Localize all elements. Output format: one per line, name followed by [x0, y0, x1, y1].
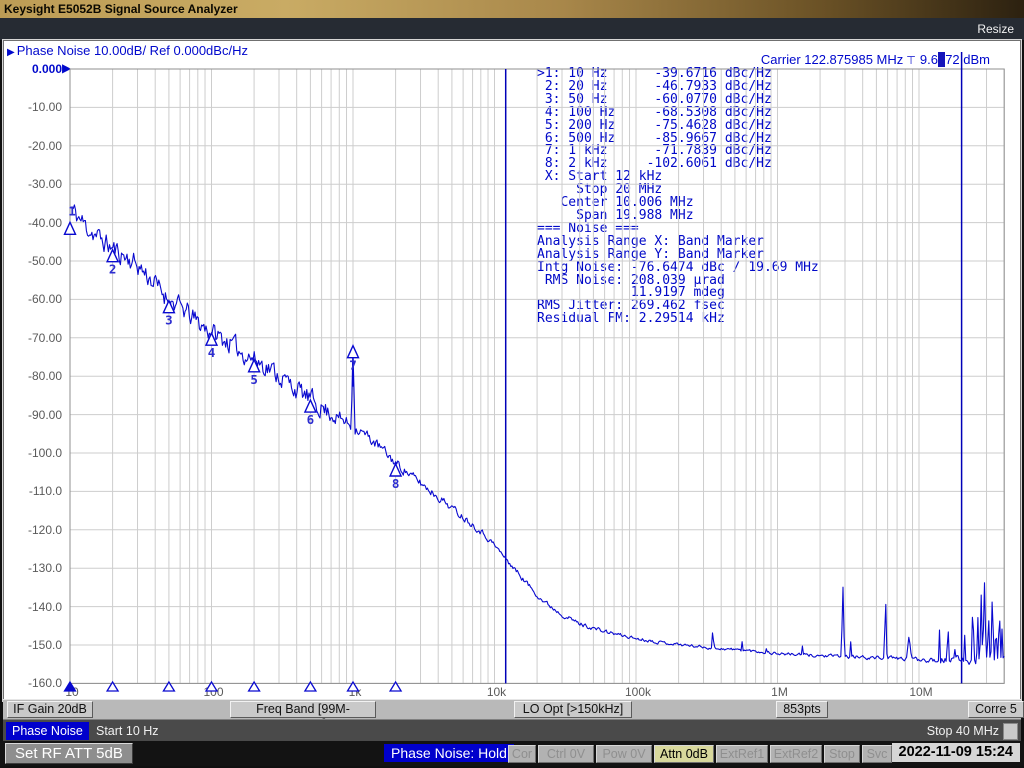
tab-phase-noise[interactable]: Phase Noise	[6, 722, 89, 740]
x-axis-label: 1k	[349, 685, 362, 699]
set-rf-att-button[interactable]: Set RF ATT 5dB	[5, 743, 133, 764]
y-axis-label: -20.00	[0, 139, 62, 153]
softkey-points[interactable]: 853pts	[776, 701, 828, 718]
indicator-extref2: ExtRef2	[770, 745, 822, 763]
indicator-pow: Pow 0V	[596, 745, 652, 763]
y-axis-label: 0.000	[0, 62, 62, 76]
sweep-start-label: Start 10 Hz	[96, 724, 159, 738]
y-axis-label: -60.00	[0, 292, 62, 306]
carrier-power-prefix: 9.6	[920, 52, 938, 67]
carrier-power: 9.6972 dBm	[920, 52, 990, 67]
window-title: Keysight E5052B Signal Source Analyzer	[4, 2, 238, 16]
y-axis-label: -150.0	[0, 638, 62, 652]
carrier-power-suffix: 72 dBm	[945, 52, 990, 67]
y-axis-label: -70.00	[0, 331, 62, 345]
softkey-bar: IF Gain 20dB Freq Band [99M-1.5GHz] LO O…	[3, 699, 1021, 720]
x-axis-label: 100k	[625, 685, 651, 699]
softkey-lo-opt[interactable]: LO Opt [>150kHz]	[514, 701, 632, 718]
y-axis-label: -30.00	[0, 177, 62, 191]
y-axis-label: -90.00	[0, 408, 62, 422]
y-axis-label: -40.00	[0, 216, 62, 230]
y-axis-label: -10.00	[0, 100, 62, 114]
resize-button[interactable]: Resize	[977, 22, 1014, 36]
indicator-ctrl: Ctrl 0V	[538, 745, 594, 763]
x-axis-label: 10M	[909, 685, 932, 699]
y-axis-label: -110.0	[0, 484, 62, 498]
x-axis-label: 10	[65, 685, 78, 699]
y-axis-label: -120.0	[0, 523, 62, 537]
measurement-tab-bar: Phase Noise Start 10 Hz Stop 40 MHz	[3, 719, 1021, 742]
status-bar: Set RF ATT 5dB Phase Noise: Hold Cor Ctr…	[0, 741, 1024, 766]
y-axis-label: -130.0	[0, 561, 62, 575]
phase-noise-hold-status[interactable]: Phase Noise: Hold	[384, 744, 514, 762]
ref-level-arrow-icon: ▶	[62, 61, 71, 75]
indicator-cor: Cor	[508, 745, 536, 763]
carrier-marker-icon: ⊤	[906, 55, 916, 67]
softkey-freq-band[interactable]: Freq Band [99M-1.5GHz]	[230, 701, 376, 718]
indicator-extref1: ExtRef1	[716, 745, 768, 763]
datetime-display: 2022-11-09 15:24	[892, 743, 1021, 762]
indicator-stop: Stop	[824, 745, 860, 763]
trace-arrow-icon: ▶	[7, 47, 15, 58]
softkey-if-gain[interactable]: IF Gain 20dB	[7, 701, 93, 718]
y-axis-label: -100.0	[0, 446, 62, 460]
trace-header: ▶Phase Noise 10.00dB/ Ref 0.000dBc/Hz	[7, 43, 248, 58]
y-axis-label: -80.00	[0, 369, 62, 383]
x-axis-label: 1M	[771, 685, 788, 699]
sweep-stop-label: Stop 40 MHz	[927, 724, 999, 738]
carrier-frequency: Carrier 122.875985 MHz	[761, 52, 903, 67]
title-bar: Keysight E5052B Signal Source Analyzer	[0, 0, 1024, 18]
marker-noise-readout: >1: 10 Hz -39.6716 dBc/Hz 2: 20 Hz -46.7…	[537, 68, 819, 326]
window-strip: Resize	[0, 18, 1024, 40]
tab-bar-handle[interactable]	[1003, 723, 1018, 740]
y-axis-label: -160.0	[0, 676, 62, 690]
readout-line: Residual FM: 2.29514 kHz	[537, 313, 819, 326]
y-axis-label: -140.0	[0, 600, 62, 614]
measurement-panel	[3, 40, 1021, 701]
indicator-attn: Attn 0dB	[654, 745, 714, 763]
trace-header-label: Phase Noise 10.00dB/ Ref 0.000dBc/Hz	[17, 43, 248, 58]
instrument-screen: Keysight E5052B Signal Source Analyzer R…	[0, 0, 1024, 768]
indicator-svc: Svc	[862, 745, 892, 763]
y-axis-label: -50.00	[0, 254, 62, 268]
softkey-corre[interactable]: Corre 5	[968, 701, 1024, 718]
x-axis-label: 10k	[487, 685, 506, 699]
carrier-readout: Carrier 122.875985 MHz⊤ 9.6972 dBm	[761, 52, 990, 67]
x-axis-label: 100	[203, 685, 223, 699]
